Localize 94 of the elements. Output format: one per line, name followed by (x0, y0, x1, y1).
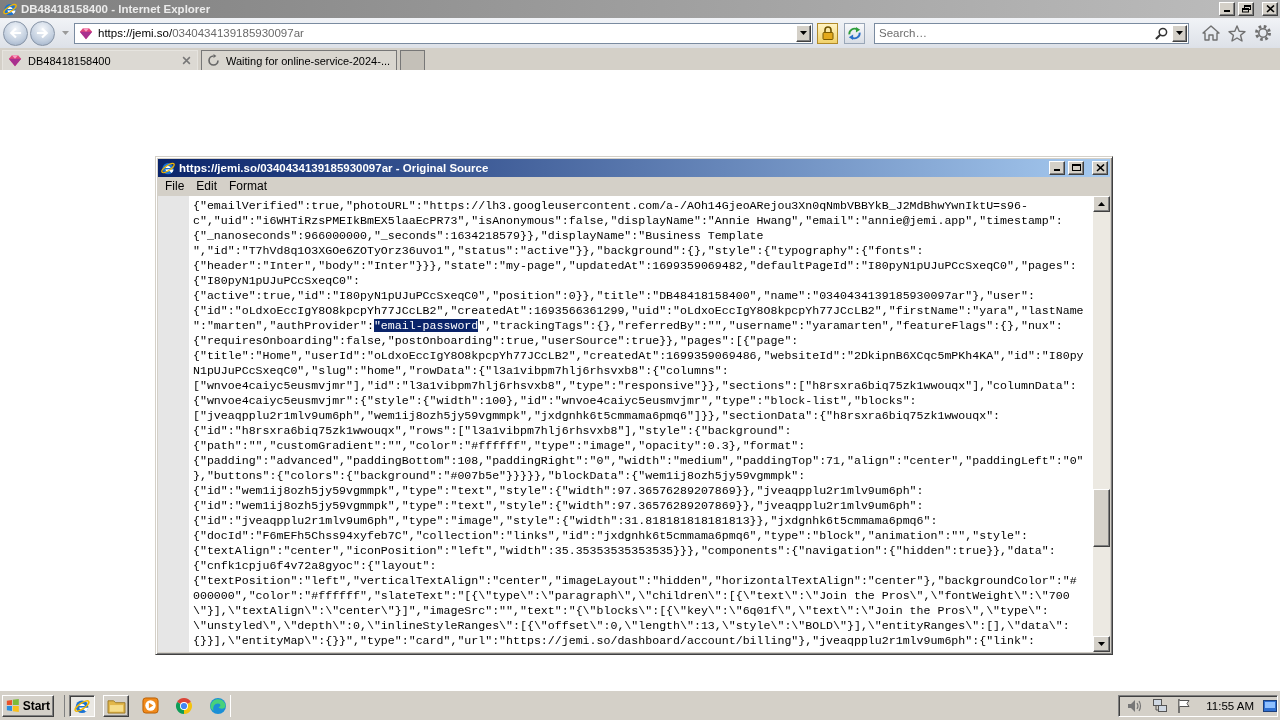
gem-icon (8, 54, 22, 67)
start-button[interactable]: Start (2, 694, 54, 717)
close-button[interactable] (1262, 2, 1278, 16)
forward-button[interactable] (30, 20, 55, 46)
clock: 11:55 AM (1206, 699, 1254, 712)
star-icon[interactable] (1228, 24, 1246, 42)
close-button[interactable] (1092, 161, 1108, 175)
source-text: ["wnvoe4caiyc5eusmvjmr"],"id":"l3a1vibpm7hlj6rhsvxb8","type":"responsive"}},"sections":["h8rsxra6biq75zk1wwouqx"],"columnData": (193, 379, 1077, 392)
close-icon[interactable] (182, 56, 191, 65)
source-text: {"emailVerified":true,"photoURL":"https://lh3.googleusercontent.com/a-/AOh14GjeoARejou3Xn0qNmbVBBYkB_J2MdBhwYwnIktU=s96- (193, 199, 1028, 212)
show-desktop-icon[interactable] (1263, 699, 1277, 712)
new-tab-button[interactable] (400, 50, 426, 70)
minimize-button[interactable] (1219, 2, 1235, 16)
source-text: {"I80pyN1pUJuPCcSxeqC0": (193, 274, 360, 287)
selected-text: "email-password (373, 319, 479, 332)
browser-tab[interactable]: DB48418158400 (2, 50, 198, 70)
refresh-icon (847, 25, 862, 41)
scroll-up-button[interactable] (1093, 196, 1110, 212)
source-text: {"padding":"advanced","paddingBottom":108,"paddingRight":"0","width":"medium","paddingTop":71,"align":"center","paddingLeft":"0" (193, 454, 1084, 467)
gem-icon (79, 26, 93, 40)
speaker-icon[interactable] (1127, 698, 1144, 713)
windows-logo-icon (6, 698, 20, 713)
source-text: {"textAlign":"center","iconPosition":"left","width":35.35353535353535}}},"components":{"navigation":{"hidden":true}},"data": (193, 544, 1056, 557)
settings-icon[interactable] (1254, 24, 1272, 42)
maximize-button[interactable] (1068, 161, 1084, 175)
up-arrow-icon (1098, 202, 1105, 206)
minimize-button[interactable] (1049, 161, 1065, 175)
source-text: {"_nanoseconds":966000000,"_seconds":1634218579}},"displayName":"Business Template (193, 229, 764, 242)
search-input[interactable]: Search… (879, 25, 1151, 41)
source-text: {"id":"h8rsxra6biq75zk1wwouqx","rows":["l3a1vibpm7hlj6rhsvxb8"],"style":{"background": (193, 424, 792, 437)
source-text: {"header":"Inter","body":"Inter"}}},"state":"my-page","updatedAt":1699359069482,"defaultPageId":"I80pyN1pUJuPCcSxeqC0","pages": (193, 259, 1077, 272)
media-player-icon (141, 697, 159, 714)
caret-icon (800, 31, 807, 35)
home-icon[interactable] (1202, 25, 1220, 41)
menu-item[interactable]: Edit (190, 178, 224, 195)
source-text: N1pUJuPCcSxeqC0","slug":"home","rowData":{"l3a1vibpm7hlj6rhsvxb8":{"columns": (193, 364, 729, 377)
address-dropdown-button[interactable] (796, 24, 811, 42)
source-text: {"requiresOnboarding":false,"postOnboarding":true,"userSource":true}},"pages":[{"page": (193, 334, 799, 347)
close-icon (1095, 164, 1105, 172)
spinner-icon (207, 54, 220, 67)
source-text: },"buttons":{"colors":{"background":"#007b5e"}}}}},"blockData":{"wem1ij8ozh5jy59vgmmpk": (193, 469, 806, 482)
source-text: {}}],\"entityMap\":{}}","type":"card","url":"https://jemi.so/dashboard/account/billing"},"jveaqpplu2r1mlv9um6ph":{"link": (193, 634, 1035, 647)
internet-explorer-icon (160, 160, 176, 176)
taskbar-button[interactable] (69, 694, 95, 717)
source-text: {"cnfk1cpju6f4v72a8gyoc":{"layout": (193, 559, 437, 572)
right-arrow-icon (36, 27, 49, 39)
source-text: ["jveaqpplu2r1mlv9um6ph","wem1ij8ozh5jy59vgmmpk","jxdgnhk6t5cmmama6pmq6"]}},"sectionData":{"h8rsxra6biq75zk1wwouqx": (193, 409, 1001, 422)
source-text: {"title":"Home","userId":"oLdxoEccIgY8O8kpcpYh77JCcLB2","createdAt":1699359069486,"websiteId":"2DkipnB6XCqc5mPKh4KA","id":"I80py (193, 349, 1084, 362)
scrollbar-thumb[interactable] (1093, 489, 1110, 547)
source-text: {"wnvoe4caiyc5eusmvjmr":{"style":{"width":100},"id":"wnvoe4caiyc5eusmvjmr","type":"block-list","blocks": (193, 394, 917, 407)
network-icon[interactable] (1152, 697, 1169, 714)
window-title: https://jemi.so/0340434139185930097ar - Original Source (179, 162, 489, 174)
source-text: {"textPosition":"left","verticalTextAlign":"center","imageLayout":"hidden","horizontalTextAlign":"center"},"backgroundColor":"# (193, 574, 1077, 587)
source-text: \"}],\"textAlign\":\"center\"}]","imageSrc":"","text":"{\"blocks\":[{\"key\":\"6q01f\",\"text\":\"Join the Pros\",\"type\": (193, 604, 1049, 617)
edge-icon (209, 696, 227, 715)
source-text: {"id":"jveaqpplu2r1mlv9um6ph","type":"image","style":{"width":31.818181818181813}},"jxdgnhk6t5cmmama6pmq6": (193, 514, 938, 527)
source-text: {"id":"oLdxoEccIgY8O8kpcpYh77JCcLB2","createdAt":1693566361299,"uid":"oLdxoEccIgY8O8kpcpYh77JCcLB2","firstName":"yara","lastName (193, 304, 1084, 317)
source-text: {"path":"","customGradient":"","color":"#ffffff","type":"image","opacity":0.3},"format": (193, 439, 806, 452)
search-field[interactable]: Search… (874, 22, 1189, 44)
chrome-icon (175, 696, 193, 715)
scroll-down-button[interactable] (1093, 636, 1110, 652)
source-text: ","trackingTags":{},"referredBy":"","username":"yaramarten","featureFlags":{},"nux": (478, 319, 1063, 332)
source-text: {"active":true,"id":"I80pyN1pUJuPCcSxeqC0","position":0}},"title":"DB48418158400","name":"0340434139185930097ar"},"user": (193, 289, 1035, 302)
source-text: 000000","color":"#ffffff","slateText":"[{\"type\":\"paragraph\",\"children\":[{\"text\":\"Join the Pros\",\"fontWeight\":\"700 (193, 589, 1070, 602)
source-text: {"id":"wem1ij8ozh5jy59vgmmpk","type":"text","style":{"width":97.36576289207869}},"jveaqpplu2r1mlv9um6ph": (193, 484, 924, 497)
caret-icon (1176, 31, 1183, 35)
menu-item[interactable]: Format (223, 178, 274, 195)
folder-icon (106, 697, 126, 714)
flag-icon[interactable] (1177, 697, 1192, 714)
back-button[interactable] (3, 20, 28, 46)
close-icon (1265, 5, 1275, 13)
security-lock-button[interactable] (817, 22, 838, 44)
source-text: \"unstyled\",\"depth\":0,\"inlineStyleRanges\":[{\"offset\":0,\"length\":13,\"style\":\"BOLD\"}],\"entityRanges\":[],\"data\": (193, 619, 1070, 632)
restore-button[interactable] (1238, 2, 1254, 16)
source-text: ","id":"T7hVd8q1O3XGOe6ZOTyOrz36uvo1","status":"active"}},"background":{},"style":{"typography":{"fonts": (193, 244, 924, 257)
window-title: DB48418158400 - Internet Explorer (21, 3, 211, 15)
down-arrow-icon (1098, 642, 1105, 646)
source-text: ":"marten","authProvider": (193, 319, 374, 332)
refresh-button[interactable] (844, 22, 865, 44)
source-text: {"docId":"F6mEFh5Chss94xyfeb7C","collection":"links","id":"jxdgnhk6t5cmmama6pmq6","type":"block","animation":"","style": (193, 529, 1028, 542)
search-icon[interactable] (1155, 26, 1168, 40)
maximize-icon (1071, 164, 1081, 172)
internet-explorer-icon (2, 1, 18, 17)
lock-icon (821, 26, 834, 40)
search-dropdown-button[interactable] (1172, 24, 1187, 42)
left-arrow-icon (9, 27, 22, 39)
menu-item[interactable]: File (159, 178, 191, 195)
address-field[interactable]: https://jemi.so/0340434139185930097ar (74, 22, 813, 44)
restore-icon (1241, 5, 1251, 13)
source-text: c","uid":"i6WHTiRzsPMEIkBmEX5laaEcPR73","isAnonymous":false,"displayName":"Annie Hwang","email":"annie@jemi.app","timestamp": (193, 214, 1063, 227)
browser-tab[interactable]: Waiting for online-service-2024-... (201, 50, 398, 70)
caret-icon (62, 31, 69, 35)
vertical-scrollbar[interactable] (1093, 196, 1110, 652)
source-text: {"id":"wem1ij8ozh5jy59vgmmpk","type":"text","style":{"width":97.36576289207869}},"jveaqpplu2r1mlv9um6ph": (193, 499, 924, 512)
